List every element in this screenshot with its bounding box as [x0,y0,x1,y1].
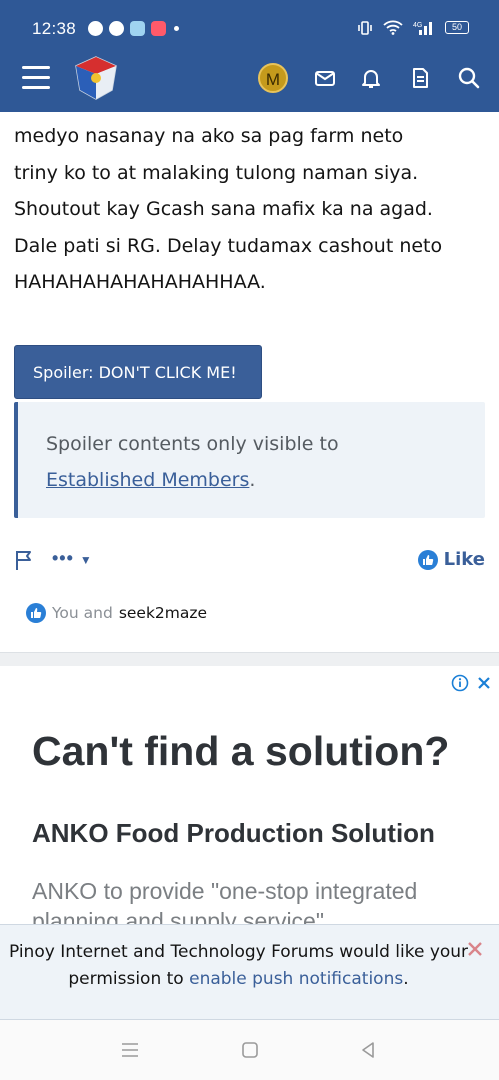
mail-icon[interactable] [313,66,337,90]
search-icon[interactable] [457,66,481,90]
recent-apps-icon[interactable] [120,1040,140,1060]
post-line: Dale pati si RG. Delay tudamax cashout n… [14,234,443,257]
home-icon[interactable] [240,1040,260,1060]
back-icon[interactable] [358,1040,378,1060]
app-notification-icon [130,21,145,36]
status-time: 12:38 [32,19,77,38]
close-icon[interactable] [475,674,493,692]
spoiler-content: Spoiler contents only visible to Establi… [14,402,485,518]
like-button[interactable]: Like [417,549,485,570]
spoiler-period: . [249,469,256,491]
reaction-user-link[interactable]: seek2maze [119,604,207,622]
site-logo[interactable] [72,54,120,102]
post-line: triny ko to at malaking tulong naman siy… [14,161,419,184]
document-icon[interactable] [408,66,432,90]
reactions-prefix: You and [52,604,113,622]
spoiler-text: Spoiler contents only visible to [46,433,339,455]
report-flag-icon[interactable] [14,549,34,571]
status-bar: 12:38 4G 50 [0,0,499,58]
post-actions: ••• ▼ Like [0,540,499,580]
post-line: Shoutout kay Gcash sana mafix ka na agad… [14,198,433,220]
ad-headline: Can't find a solution? [32,728,450,774]
chrome-notification-icon [88,21,103,36]
system-nav-bar [0,1020,499,1080]
established-members-link[interactable]: Established Members [46,469,249,491]
bell-icon[interactable] [359,66,383,90]
nav-bar: M [0,52,499,104]
like-label: Like [443,549,485,570]
app-header: 12:38 4G 50 M [0,0,499,112]
more-options-button[interactable]: ••• ▼ [52,548,93,569]
wifi-icon [383,20,403,35]
more-dots: ••• [52,548,74,568]
battery-indicator: 50 [445,21,469,34]
thumbs-up-icon [26,603,46,623]
notification-icons [88,21,179,36]
push-permission-bar: Pinoy Internet and Technology Forums wou… [0,924,499,1020]
ad-banner[interactable]: Can't find a solution? ANKO Food Product… [0,666,499,924]
messenger-notification-icon [109,21,124,36]
thumbs-up-icon [417,549,438,570]
enable-push-link[interactable]: enable push notifications [189,969,403,989]
vibrate-icon [358,20,372,35]
info-icon[interactable] [451,674,469,692]
push-period: . [403,969,409,989]
chevron-down-icon: ▼ [79,553,93,567]
menu-icon[interactable] [22,66,50,90]
reactions-summary: You and seek2maze [26,603,207,623]
youtube-notification-icon [151,21,166,36]
svg-text:4G: 4G [413,22,422,29]
user-avatar[interactable]: M [258,63,288,93]
ad-body: ANKO to provide "one-stop integrated pla… [32,878,418,924]
close-icon[interactable] [467,941,483,957]
signal-icon: 4G [413,22,432,35]
post-body: medyo nasanay na ako sa pag farm neto tr… [14,118,484,301]
ad-subheadline: ANKO Food Production Solution [32,818,435,848]
ad-controls [451,674,493,692]
spoiler-button[interactable]: Spoiler: DON'T CLICK ME! [14,345,262,399]
section-divider [0,652,499,666]
post-line: medyo nasanay na ako sa pag farm neto [14,125,404,147]
post-line: HAHAHAHAHAHAHAHHAA. [14,271,266,293]
more-notifications-dot [174,26,179,31]
status-right: 4G 50 [357,20,469,35]
